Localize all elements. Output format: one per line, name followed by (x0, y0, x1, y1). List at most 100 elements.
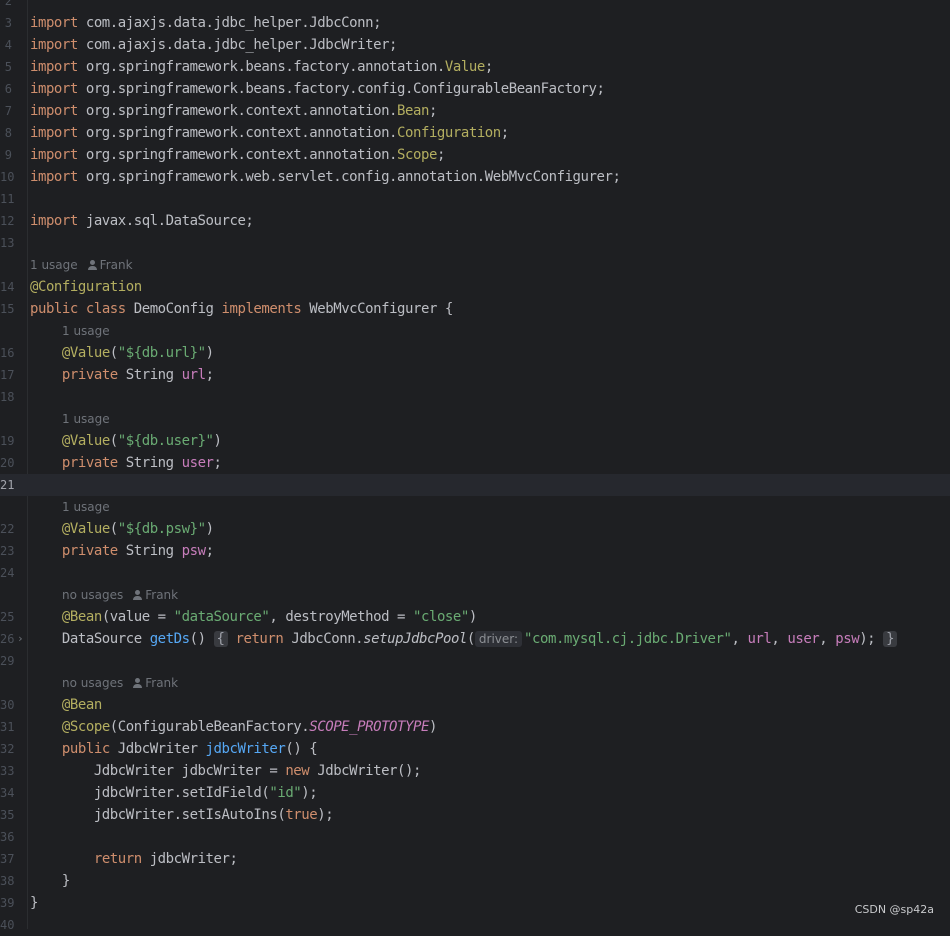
author-name: Frank (145, 588, 179, 602)
person-icon (133, 590, 143, 600)
code-vision-hint[interactable]: 1 usage Frank (0, 254, 950, 276)
person-icon (133, 678, 143, 688)
author-hint[interactable]: Frank (87, 254, 133, 276)
code-line[interactable]: 33 JdbcWriter jdbcWriter = new JdbcWrite… (0, 760, 950, 782)
code-line[interactable]: 8 import org.springframework.context.anno… (0, 122, 950, 144)
line-number: 30 (0, 698, 15, 712)
code-token: (ConfigurableBeanFactory. (109, 719, 310, 735)
usage-count[interactable]: no usages (62, 588, 123, 602)
code-text: JdbcWriter jdbcWriter = new JdbcWriter()… (30, 760, 422, 782)
code-token: ; (500, 125, 509, 141)
code-token: org.springframework.beans.factory.config… (77, 81, 605, 97)
code-token: SCOPE_PROTOTYPE (309, 719, 429, 735)
line-number: 39 (0, 896, 15, 910)
code-text: import org.springframework.context.annot… (30, 144, 445, 166)
code-line[interactable]: 9 import org.springframework.context.anno… (0, 144, 950, 166)
usage-count[interactable]: 1 usage (62, 324, 110, 338)
code-token: return (235, 631, 284, 647)
line-number: 5 (4, 60, 12, 74)
code-line[interactable]: 32 public JdbcWriter jdbcWriter() { (0, 738, 950, 760)
folded-region-marker[interactable]: } (883, 631, 898, 647)
code-text: import org.springframework.web.servlet.c… (30, 166, 621, 188)
code-line[interactable]: 25 @Bean(value = "dataSource", destroyMe… (0, 606, 950, 628)
code-token: DemoConfig (125, 301, 222, 317)
code-token: "id" (269, 785, 302, 801)
code-token: , (771, 631, 788, 647)
code-token: ) (468, 609, 477, 625)
code-line[interactable]: 29 (0, 650, 950, 672)
code-line[interactable]: 19 @Value("${db.user}") (0, 430, 950, 452)
code-token: @Configuration (30, 279, 142, 295)
code-line[interactable]: 38 } (0, 870, 950, 892)
code-token: import (30, 213, 78, 229)
code-token: import (30, 81, 78, 97)
code-line[interactable]: 34 jdbcWriter.setIdField("id"); (0, 782, 950, 804)
code-text: @Configuration (30, 276, 142, 298)
code-line[interactable]: 26 › DataSource getDs() { return JdbcConn… (0, 628, 950, 650)
code-line[interactable]: 36 (0, 826, 950, 848)
author-name: Frank (145, 676, 179, 690)
code-vision-hint[interactable]: 1 usage (0, 496, 950, 518)
code-line[interactable]: 24 (0, 562, 950, 584)
code-text: private String psw; (30, 540, 214, 562)
code-line[interactable]: 11 (0, 188, 950, 210)
code-token: "com.mysql.cj.jdbc.Driver" (524, 631, 732, 647)
code-token: Scope (397, 147, 437, 163)
line-number: 12 (0, 214, 15, 228)
code-line[interactable]: 30 @Bean (0, 694, 950, 716)
code-text: import com.ajaxjs.data.jdbc_helper.JdbcW… (30, 34, 397, 56)
code-token: ; (213, 455, 222, 471)
author-hint[interactable]: Frank (133, 584, 178, 606)
author-hint[interactable]: Frank (133, 672, 178, 694)
code-line[interactable]: 17 private String url; (0, 364, 950, 386)
code-line[interactable]: 10 import org.springframework.web.servlet… (0, 166, 950, 188)
code-line[interactable]: 16 @Value("${db.url}") (0, 342, 950, 364)
code-line[interactable]: 31 @Scope(ConfigurableBeanFactory.SCOPE_… (0, 716, 950, 738)
code-line[interactable]: 7 import org.springframework.context.anno… (0, 100, 950, 122)
code-line[interactable]: 14 @Configuration (0, 276, 950, 298)
code-editor[interactable]: 2 3 import com.ajaxjs.data.jdbc_helper.Jdb… (0, 0, 950, 932)
code-vision-hint[interactable]: no usages Frank (0, 672, 950, 694)
line-number: 23 (0, 544, 15, 558)
usage-count[interactable]: 1 usage (62, 412, 110, 426)
line-number: 17 (0, 368, 15, 382)
code-line[interactable]: 40 (0, 914, 950, 936)
code-token: new (285, 763, 310, 779)
code-line[interactable]: 18 (0, 386, 950, 408)
code-vision-hint[interactable]: 1 usage (0, 408, 950, 430)
code-line[interactable]: 39} (0, 892, 950, 914)
code-line[interactable]: 13 (0, 232, 950, 254)
code-line[interactable]: 35 jdbcWriter.setIsAutoIns(true); (0, 804, 950, 826)
code-line[interactable]: 22 @Value("${db.psw}") (0, 518, 950, 540)
usage-count[interactable]: 1 usage (62, 500, 110, 514)
code-line[interactable]: 20 private String user; (0, 452, 950, 474)
fold-chevron-icon[interactable]: › (17, 628, 25, 650)
code-vision-hint[interactable]: 1 usage (0, 320, 950, 342)
code-line[interactable]: 6 import org.springframework.beans.factor… (0, 78, 950, 100)
code-text: jdbcWriter.setIdField("id"); (30, 782, 318, 804)
code-token: class (85, 301, 126, 317)
code-line[interactable]: 2 (0, 0, 950, 12)
line-number: 9 (4, 148, 12, 162)
code-line[interactable]: 21 (0, 474, 950, 496)
code-line[interactable]: 3 import com.ajaxjs.data.jdbc_helper.Jdbc… (0, 12, 950, 34)
code-line[interactable]: 12 import javax.sql.DataSource; (0, 210, 950, 232)
usage-count[interactable]: no usages (62, 676, 123, 690)
usage-count[interactable]: 1 usage (30, 258, 78, 272)
folded-region-marker[interactable]: { (213, 631, 228, 647)
code-line[interactable]: 37 return jdbcWriter; (0, 848, 950, 870)
code-token: @Bean (61, 609, 102, 625)
code-line[interactable]: 15 public class DemoConfig implements Web… (0, 298, 950, 320)
code-token: ); (301, 785, 318, 801)
code-line[interactable]: 23 private String psw; (0, 540, 950, 562)
code-token: implements (221, 301, 302, 317)
code-token: ; (205, 367, 214, 383)
code-line[interactable]: 5 import org.springframework.beans.factor… (0, 56, 950, 78)
code-vision-hint[interactable]: no usages Frank (0, 584, 950, 606)
code-token: ) (428, 719, 437, 735)
line-number: 8 (4, 126, 12, 140)
code-line[interactable]: 4 import com.ajaxjs.data.jdbc_helper.Jdbc… (0, 34, 950, 56)
